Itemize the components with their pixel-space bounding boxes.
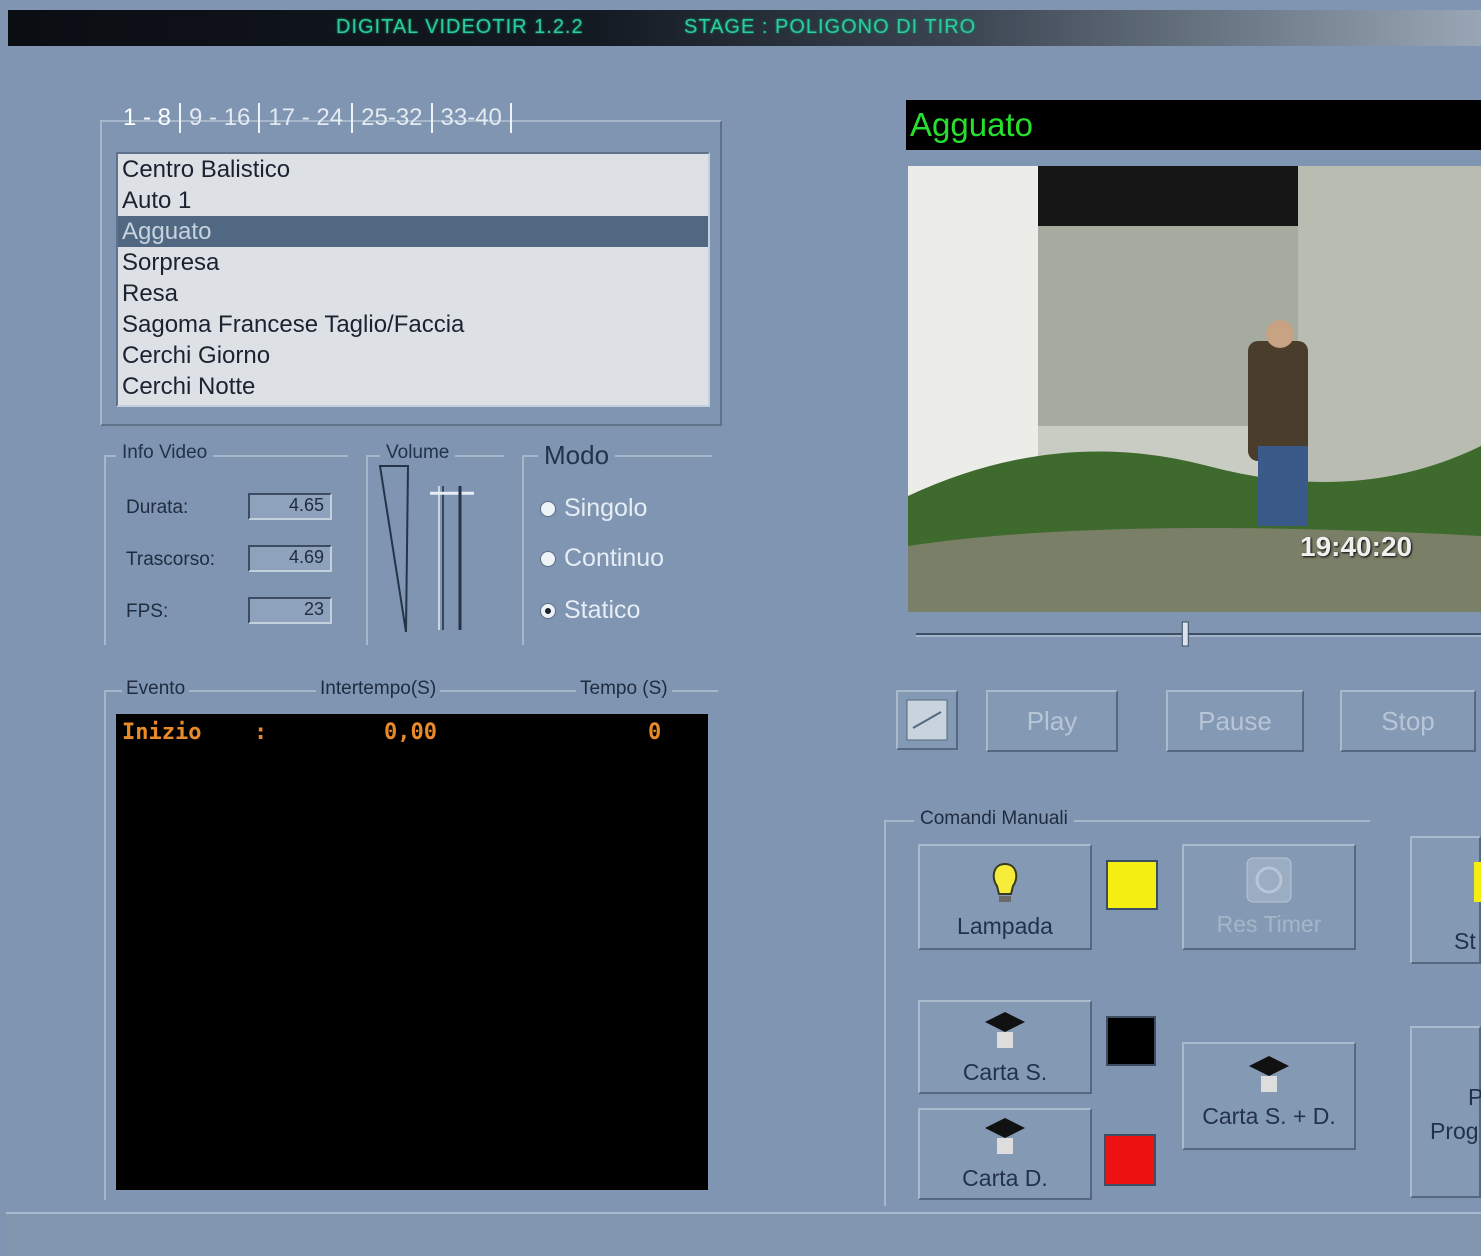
- radio-statico[interactable]: Statico: [540, 596, 640, 625]
- events-header-tempo: Tempo (S): [576, 678, 672, 700]
- radio-label: Singolo: [564, 494, 648, 522]
- modo-title: Modo: [538, 440, 616, 471]
- trascorso-label: Trascorso:: [126, 549, 216, 570]
- tab-strip: 1 - 89 - 16 17 - 24 25-32 33-40: [115, 103, 512, 133]
- pencil-icon: [906, 699, 948, 741]
- list-item[interactable]: Sagoma Francese Taglio/Faccia: [118, 309, 708, 340]
- target-sagoma-icon: [1249, 1056, 1289, 1092]
- events-header-intertempo: Intertempo(S): [316, 678, 441, 700]
- manual-commands-title: Comandi Manuali: [914, 808, 1074, 830]
- list-item-selected[interactable]: Agguato: [118, 216, 708, 247]
- volume-ramp-icon: [378, 465, 410, 633]
- list-item[interactable]: Centro Balistico: [118, 154, 708, 185]
- carta-d-button[interactable]: Carta D.: [918, 1108, 1092, 1200]
- stop-button[interactable]: Stop: [1340, 690, 1476, 752]
- list-item[interactable]: Auto 1: [118, 185, 708, 216]
- video-display: 19:40:20: [908, 166, 1481, 612]
- radio-singolo[interactable]: Singolo: [540, 494, 647, 523]
- durata-label: Durata:: [126, 497, 189, 518]
- event-tempo: 0: [648, 720, 662, 745]
- tab-33-40[interactable]: 33-40: [433, 103, 512, 133]
- radio-dot: [540, 501, 556, 518]
- lampada-color-swatch: [1106, 860, 1158, 910]
- lightbulb-icon: [992, 862, 1018, 902]
- lampada-button[interactable]: Lampada: [918, 844, 1092, 950]
- seek-thumb: [1181, 621, 1189, 647]
- tab-25-32[interactable]: 25-32: [353, 103, 433, 133]
- radio-label: Statico: [564, 596, 641, 624]
- carta-s-label: Carta S.: [962, 1059, 1048, 1085]
- st-button-partial[interactable]: St: [1410, 836, 1481, 964]
- list-item[interactable]: Cerchi Notte: [118, 371, 708, 402]
- reset-timer-button[interactable]: Res Timer: [1182, 844, 1356, 950]
- carta-d-color-swatch: [1104, 1134, 1156, 1186]
- events-log: Inizio : 0,00 0: [116, 714, 708, 1190]
- target-sagoma-icon: [985, 1118, 1025, 1154]
- event-name: Inizio: [122, 720, 202, 745]
- fps-label: FPS:: [126, 601, 169, 622]
- tab-1-8[interactable]: 1 - 8: [115, 103, 182, 133]
- radio-dot: [540, 551, 556, 568]
- lampada-label: Lampada: [957, 913, 1053, 939]
- st-label: St: [1454, 928, 1476, 954]
- app-title: DIGITAL VIDEOTIR 1.2.2: [336, 16, 584, 38]
- list-item[interactable]: Sorpresa: [118, 247, 708, 278]
- event-intertempo: 0,00: [384, 720, 437, 745]
- fps-value: 23: [248, 597, 332, 624]
- st-swatch: [1474, 862, 1481, 902]
- title-bar: DIGITAL VIDEOTIR 1.2.2 STAGE : POLIGONO …: [8, 10, 1481, 46]
- carta-s-color-swatch: [1106, 1016, 1156, 1066]
- reset-timer-label: Res Timer: [1216, 911, 1322, 937]
- video-title: Agguato: [906, 100, 1481, 150]
- pause-button[interactable]: Pause: [1166, 690, 1304, 752]
- radio-label: Continuo: [564, 544, 665, 572]
- event-sep: :: [254, 720, 268, 745]
- durata-value: 4.65: [248, 493, 332, 520]
- list-item[interactable]: Cerchi Giorno: [118, 340, 708, 371]
- draw-tool-button[interactable]: [896, 690, 958, 750]
- program-label: Prog: [1430, 1118, 1479, 1144]
- status-bar: [6, 1212, 1481, 1256]
- trascorso-value: 4.69: [248, 545, 332, 572]
- play-button[interactable]: Play: [986, 690, 1118, 752]
- tab-17-24[interactable]: 17 - 24: [260, 103, 354, 133]
- info-video-title: Info Video: [116, 442, 214, 464]
- video-timestamp: 19:40:20: [1300, 531, 1413, 562]
- carta-sd-button[interactable]: Carta S. + D.: [1182, 1042, 1356, 1150]
- stage-title: STAGE : POLIGONO DI TIRO: [684, 16, 977, 38]
- program-p-label: P: [1468, 1084, 1481, 1110]
- scenario-list[interactable]: Centro Balistico Auto 1 Agguato Sorpresa…: [116, 152, 710, 407]
- carta-d-label: Carta D.: [962, 1165, 1048, 1191]
- target-sagoma-icon: [985, 1012, 1025, 1048]
- list-item[interactable]: Resa: [118, 278, 708, 309]
- tab-9-16[interactable]: 9 - 16: [181, 103, 261, 133]
- program-button-partial[interactable]: P Prog: [1410, 1026, 1481, 1198]
- events-header-evento: Evento: [122, 678, 190, 700]
- seek-slider[interactable]: [912, 620, 1481, 652]
- carta-sd-label: Carta S. + D.: [1202, 1103, 1336, 1129]
- volume-control[interactable]: [376, 460, 496, 640]
- radio-dot-selected: [540, 603, 556, 620]
- carta-s-button[interactable]: Carta S.: [918, 1000, 1092, 1094]
- radio-continuo[interactable]: Continuo: [540, 544, 664, 573]
- reset-icon: [1246, 857, 1292, 903]
